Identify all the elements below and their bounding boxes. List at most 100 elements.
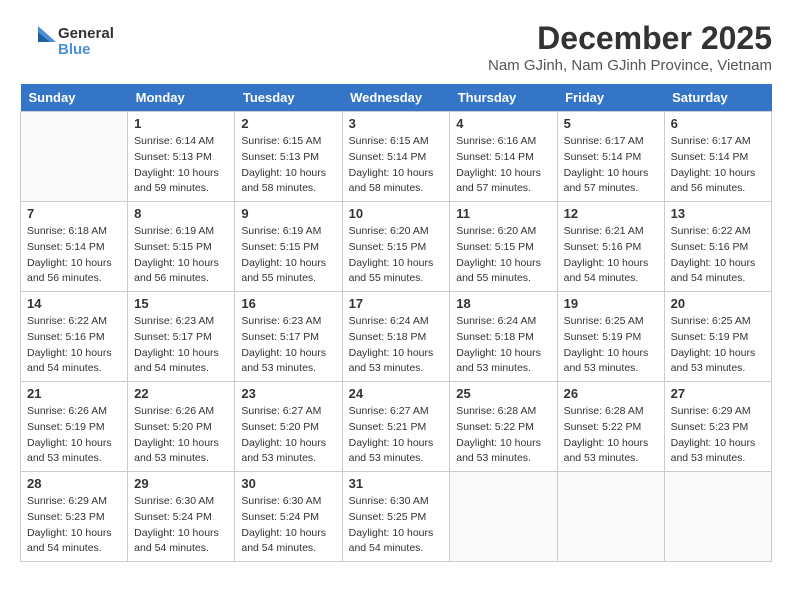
calendar-cell: 1Sunrise: 6:14 AMSunset: 5:13 PMDaylight… — [128, 112, 235, 202]
day-detail: Sunrise: 6:25 AMSunset: 5:19 PMDaylight:… — [564, 314, 658, 377]
day-detail: Sunrise: 6:23 AMSunset: 5:17 PMDaylight:… — [241, 314, 335, 377]
calendar-cell: 13 Sunrise: 6:22 AMSunset: 5:16 PMDayligh… — [664, 202, 771, 292]
day-detail: Sunrise: 6:25 AMSunset: 5:19 PMDaylight:… — [671, 314, 765, 377]
day-detail: Sunrise: 6:19 AMSunset: 5:15 PMDaylight:… — [134, 224, 228, 287]
logo-general: General — [58, 26, 114, 43]
calendar-week-row: 28Sunrise: 6:29 AMSunset: 5:23 PMDayligh… — [21, 472, 772, 562]
day-number: 14 — [27, 296, 121, 311]
day-number: 1 — [134, 116, 228, 131]
day-detail: Sunrise: 6:15 AMSunset: 5:14 PMDaylight:… — [349, 134, 444, 197]
day-number: 16 — [241, 296, 335, 311]
day-number: 29 — [134, 476, 228, 491]
calendar-cell: 21 Sunrise: 6:26 AMSunset: 5:19 PMDayligh… — [21, 382, 128, 472]
calendar-cell: 26 Sunrise: 6:28 AMSunset: 5:22 PMDayligh… — [557, 382, 664, 472]
calendar-cell — [664, 472, 771, 562]
weekday-header-wednesday: Wednesday — [342, 84, 450, 112]
calendar-cell: 9 Sunrise: 6:19 AMSunset: 5:15 PMDaylight… — [235, 202, 342, 292]
day-detail: Sunrise: 6:26 AMSunset: 5:19 PMDaylight:… — [27, 404, 121, 467]
calendar-cell: 19 Sunrise: 6:25 AMSunset: 5:19 PMDayligh… — [557, 292, 664, 382]
calendar-cell: 22Sunrise: 6:26 AMSunset: 5:20 PMDayligh… — [128, 382, 235, 472]
day-number: 20 — [671, 296, 765, 311]
month-year: December 2025 — [488, 20, 772, 57]
calendar-cell: 5 Sunrise: 6:17 AMSunset: 5:14 PMDaylight… — [557, 112, 664, 202]
day-number: 18 — [456, 296, 550, 311]
day-number: 15 — [134, 296, 228, 311]
day-detail: Sunrise: 6:24 AMSunset: 5:18 PMDaylight:… — [456, 314, 550, 377]
calendar-cell — [557, 472, 664, 562]
calendar-cell — [450, 472, 557, 562]
calendar-cell: 17Sunrise: 6:24 AMSunset: 5:18 PMDayligh… — [342, 292, 450, 382]
day-number: 24 — [349, 386, 444, 401]
day-detail: Sunrise: 6:28 AMSunset: 5:22 PMDaylight:… — [456, 404, 550, 467]
calendar-week-row: 7Sunrise: 6:18 AMSunset: 5:14 PMDaylight… — [21, 202, 772, 292]
calendar-week-row: 1Sunrise: 6:14 AMSunset: 5:13 PMDaylight… — [21, 112, 772, 202]
calendar-cell: 31Sunrise: 6:30 AMSunset: 5:25 PMDayligh… — [342, 472, 450, 562]
day-number: 26 — [564, 386, 658, 401]
day-number: 13 — [671, 206, 765, 221]
day-number: 9 — [241, 206, 335, 221]
day-number: 3 — [349, 116, 444, 131]
weekday-header-saturday: Saturday — [664, 84, 771, 112]
calendar-cell: 15 Sunrise: 6:23 AMSunset: 5:17 PMDayligh… — [128, 292, 235, 382]
day-detail: Sunrise: 6:29 AMSunset: 5:23 PMDaylight:… — [671, 404, 765, 467]
calendar-cell: 23 Sunrise: 6:27 AMSunset: 5:20 PMDayligh… — [235, 382, 342, 472]
calendar-cell: 11Sunrise: 6:20 AMSunset: 5:15 PMDayligh… — [450, 202, 557, 292]
day-number: 23 — [241, 386, 335, 401]
calendar-cell: 25Sunrise: 6:28 AMSunset: 5:22 PMDayligh… — [450, 382, 557, 472]
day-detail: Sunrise: 6:22 AMSunset: 5:16 PMDaylight:… — [27, 314, 121, 377]
day-detail: Sunrise: 6:30 AMSunset: 5:24 PMDaylight:… — [241, 494, 335, 557]
day-detail: Sunrise: 6:19 AMSunset: 5:15 PMDaylight:… — [241, 224, 335, 287]
calendar-cell: 24Sunrise: 6:27 AMSunset: 5:21 PMDayligh… — [342, 382, 450, 472]
calendar-cell: 29 Sunrise: 6:30 AMSunset: 5:24 PMDayligh… — [128, 472, 235, 562]
logo-blue: Blue — [58, 42, 114, 59]
day-detail: Sunrise: 6:20 AMSunset: 5:15 PMDaylight:… — [349, 224, 444, 287]
calendar-cell: 27 Sunrise: 6:29 AMSunset: 5:23 PMDayligh… — [664, 382, 771, 472]
calendar-week-row: 21 Sunrise: 6:26 AMSunset: 5:19 PMDayligh… — [21, 382, 772, 472]
day-detail: Sunrise: 6:29 AMSunset: 5:23 PMDaylight:… — [27, 494, 121, 557]
day-number: 10 — [349, 206, 444, 221]
day-detail: Sunrise: 6:30 AMSunset: 5:24 PMDaylight:… — [134, 494, 228, 557]
weekday-header-row: SundayMondayTuesdayWednesdayThursdayFrid… — [21, 84, 772, 112]
day-number: 31 — [349, 476, 444, 491]
calendar-cell: 18 Sunrise: 6:24 AMSunset: 5:18 PMDayligh… — [450, 292, 557, 382]
day-number: 5 — [564, 116, 658, 131]
day-detail: Sunrise: 6:22 AMSunset: 5:16 PMDaylight:… — [671, 224, 765, 287]
day-detail: Sunrise: 6:26 AMSunset: 5:20 PMDaylight:… — [134, 404, 228, 467]
calendar-week-row: 14 Sunrise: 6:22 AMSunset: 5:16 PMDayligh… — [21, 292, 772, 382]
day-detail: Sunrise: 6:23 AMSunset: 5:17 PMDaylight:… — [134, 314, 228, 377]
day-detail: Sunrise: 6:24 AMSunset: 5:18 PMDaylight:… — [349, 314, 444, 377]
calendar-cell: 30 Sunrise: 6:30 AMSunset: 5:24 PMDayligh… — [235, 472, 342, 562]
weekday-header-tuesday: Tuesday — [235, 84, 342, 112]
title-block: December 2025 Nam GJinh, Nam GJinh Provi… — [488, 20, 772, 74]
logo: General Blue — [20, 20, 114, 60]
calendar-cell: 2Sunrise: 6:15 AMSunset: 5:13 PMDaylight… — [235, 112, 342, 202]
calendar-cell — [21, 112, 128, 202]
day-number: 27 — [671, 386, 765, 401]
day-number: 4 — [456, 116, 550, 131]
day-number: 8 — [134, 206, 228, 221]
day-number: 30 — [241, 476, 335, 491]
calendar-cell: 10 Sunrise: 6:20 AMSunset: 5:15 PMDayligh… — [342, 202, 450, 292]
day-number: 21 — [27, 386, 121, 401]
weekday-header-thursday: Thursday — [450, 84, 557, 112]
day-number: 12 — [564, 206, 658, 221]
calendar-cell: 16 Sunrise: 6:23 AMSunset: 5:17 PMDayligh… — [235, 292, 342, 382]
calendar-cell: 8 Sunrise: 6:19 AMSunset: 5:15 PMDaylight… — [128, 202, 235, 292]
day-detail: Sunrise: 6:28 AMSunset: 5:22 PMDaylight:… — [564, 404, 658, 467]
day-detail: Sunrise: 6:17 AMSunset: 5:14 PMDaylight:… — [671, 134, 765, 197]
calendar-cell: 3 Sunrise: 6:15 AMSunset: 5:14 PMDaylight… — [342, 112, 450, 202]
calendar-cell: 6Sunrise: 6:17 AMSunset: 5:14 PMDaylight… — [664, 112, 771, 202]
calendar-cell: 20 Sunrise: 6:25 AMSunset: 5:19 PMDayligh… — [664, 292, 771, 382]
weekday-header-friday: Friday — [557, 84, 664, 112]
day-detail: Sunrise: 6:16 AMSunset: 5:14 PMDaylight:… — [456, 134, 550, 197]
day-detail: Sunrise: 6:27 AMSunset: 5:20 PMDaylight:… — [241, 404, 335, 467]
calendar-cell: 14 Sunrise: 6:22 AMSunset: 5:16 PMDayligh… — [21, 292, 128, 382]
day-detail: Sunrise: 6:17 AMSunset: 5:14 PMDaylight:… — [564, 134, 658, 197]
logo-bird-icon — [20, 24, 56, 60]
day-number: 2 — [241, 116, 335, 131]
day-number: 7 — [27, 206, 121, 221]
logo-combined: General Blue — [20, 24, 114, 60]
day-number: 19 — [564, 296, 658, 311]
calendar-cell: 12Sunrise: 6:21 AMSunset: 5:16 PMDayligh… — [557, 202, 664, 292]
day-number: 11 — [456, 206, 550, 221]
